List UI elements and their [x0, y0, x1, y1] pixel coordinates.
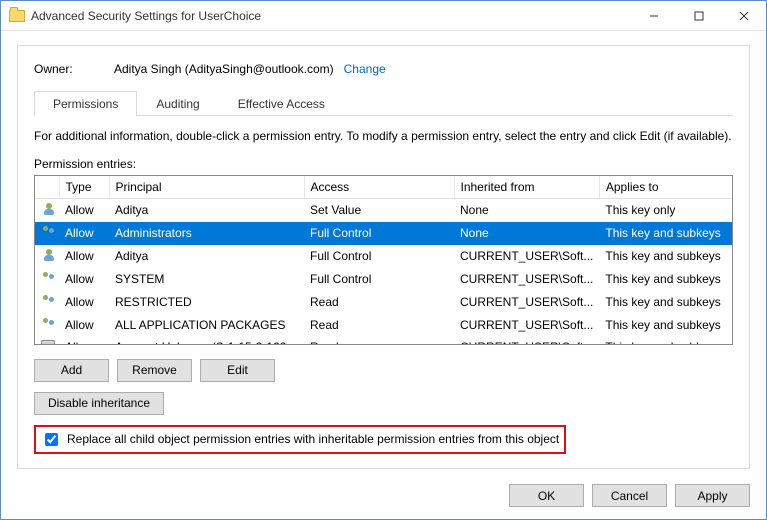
replace-children-highlight: Replace all child object permission entr… — [34, 425, 566, 454]
cell-access: Set Value — [304, 198, 454, 222]
principal-icon — [41, 293, 57, 309]
cell-principal: ALL APPLICATION PACKAGES — [109, 314, 304, 337]
permission-entries-label: Permission entries: — [34, 157, 733, 171]
cell-access: Read — [304, 291, 454, 314]
security-settings-window: Advanced Security Settings for UserChoic… — [0, 0, 767, 520]
principal-icon — [41, 316, 57, 332]
col-icon[interactable] — [35, 176, 59, 199]
cell-inherited: CURRENT_USER\Soft... — [454, 314, 599, 337]
cell-inherited: None — [454, 198, 599, 222]
cell-principal: Aditya — [109, 245, 304, 268]
cell-inherited: None — [454, 222, 599, 245]
col-access[interactable]: Access — [304, 176, 454, 199]
cell-type: Allow — [59, 222, 109, 245]
cell-type: Allow — [59, 337, 109, 345]
table-row[interactable]: AllowSYSTEMFull ControlCURRENT_USER\Soft… — [35, 268, 732, 291]
table-header-row: Type Principal Access Inherited from App… — [35, 176, 732, 199]
col-inherited[interactable]: Inherited from — [454, 176, 599, 199]
cell-inherited: CURRENT_USER\Soft... — [454, 337, 599, 345]
tab-effective-access[interactable]: Effective Access — [219, 91, 344, 116]
cell-type: Allow — [59, 314, 109, 337]
cell-applies: This key and subkeys — [599, 337, 732, 345]
disable-inheritance-button[interactable]: Disable inheritance — [34, 392, 164, 415]
principal-icon — [41, 247, 57, 263]
close-button[interactable] — [721, 1, 766, 30]
table-row[interactable]: AllowAdministratorsFull ControlNoneThis … — [35, 222, 732, 245]
owner-value: Aditya Singh (AdityaSingh@outlook.com) — [114, 62, 334, 76]
replace-children-checkbox[interactable] — [45, 433, 58, 446]
table-row[interactable]: AllowALL APPLICATION PACKAGESReadCURRENT… — [35, 314, 732, 337]
folder-icon — [9, 10, 25, 22]
cell-applies: This key and subkeys — [599, 222, 732, 245]
cell-principal: SYSTEM — [109, 268, 304, 291]
cell-inherited: CURRENT_USER\Soft... — [454, 245, 599, 268]
cell-type: Allow — [59, 245, 109, 268]
owner-change-link[interactable]: Change — [344, 62, 386, 76]
col-applies[interactable]: Applies to — [599, 176, 732, 199]
add-button[interactable]: Add — [34, 359, 109, 382]
cell-principal: Aditya — [109, 198, 304, 222]
principal-icon — [41, 270, 57, 286]
tabs: Permissions Auditing Effective Access — [34, 90, 733, 116]
col-principal[interactable]: Principal — [109, 176, 304, 199]
cell-access: Full Control — [304, 245, 454, 268]
window-title: Advanced Security Settings for UserChoic… — [31, 9, 631, 23]
entry-buttons: Add Remove Edit — [34, 359, 733, 382]
principal-icon — [41, 340, 55, 345]
cell-principal: Account Unknown(S-1-15-3-102... — [109, 337, 304, 345]
cell-access: Full Control — [304, 268, 454, 291]
cell-access: Read — [304, 337, 454, 345]
cell-applies: This key and subkeys — [599, 268, 732, 291]
cell-principal: Administrators — [109, 222, 304, 245]
table-row[interactable]: AllowRESTRICTEDReadCURRENT_USER\Soft...T… — [35, 291, 732, 314]
permissions-table[interactable]: Type Principal Access Inherited from App… — [34, 175, 733, 345]
cell-access: Read — [304, 314, 454, 337]
cell-type: Allow — [59, 268, 109, 291]
dialog-footer: OK Cancel Apply — [509, 484, 750, 507]
cell-type: Allow — [59, 291, 109, 314]
table-row[interactable]: AllowAccount Unknown(S-1-15-3-102...Read… — [35, 337, 732, 345]
tab-permissions[interactable]: Permissions — [34, 91, 137, 116]
content-panel: Owner: Aditya Singh (AdityaSingh@outlook… — [17, 45, 750, 469]
cell-inherited: CURRENT_USER\Soft... — [454, 268, 599, 291]
cell-applies: This key and subkeys — [599, 245, 732, 268]
apply-button[interactable]: Apply — [675, 484, 750, 507]
principal-icon — [41, 224, 57, 240]
instructions-text: For additional information, double-click… — [34, 128, 733, 145]
cell-applies: This key and subkeys — [599, 291, 732, 314]
table-row[interactable]: AllowAdityaFull ControlCURRENT_USER\Soft… — [35, 245, 732, 268]
minimize-button[interactable] — [631, 1, 676, 30]
cell-type: Allow — [59, 198, 109, 222]
ok-button[interactable]: OK — [509, 484, 584, 507]
edit-button[interactable]: Edit — [200, 359, 275, 382]
table-row[interactable]: AllowAdityaSet ValueNoneThis key only — [35, 198, 732, 222]
cell-principal: RESTRICTED — [109, 291, 304, 314]
cell-inherited: CURRENT_USER\Soft... — [454, 291, 599, 314]
principal-icon — [41, 201, 57, 217]
col-type[interactable]: Type — [59, 176, 109, 199]
cancel-button[interactable]: Cancel — [592, 484, 667, 507]
window-controls — [631, 1, 766, 30]
cell-access: Full Control — [304, 222, 454, 245]
cell-applies: This key and subkeys — [599, 314, 732, 337]
titlebar: Advanced Security Settings for UserChoic… — [1, 1, 766, 31]
replace-children-label: Replace all child object permission entr… — [67, 432, 559, 446]
tab-auditing[interactable]: Auditing — [137, 91, 218, 116]
remove-button[interactable]: Remove — [117, 359, 192, 382]
cell-applies: This key only — [599, 198, 732, 222]
owner-row: Owner: Aditya Singh (AdityaSingh@outlook… — [34, 62, 733, 76]
maximize-button[interactable] — [676, 1, 721, 30]
owner-label: Owner: — [34, 62, 114, 76]
